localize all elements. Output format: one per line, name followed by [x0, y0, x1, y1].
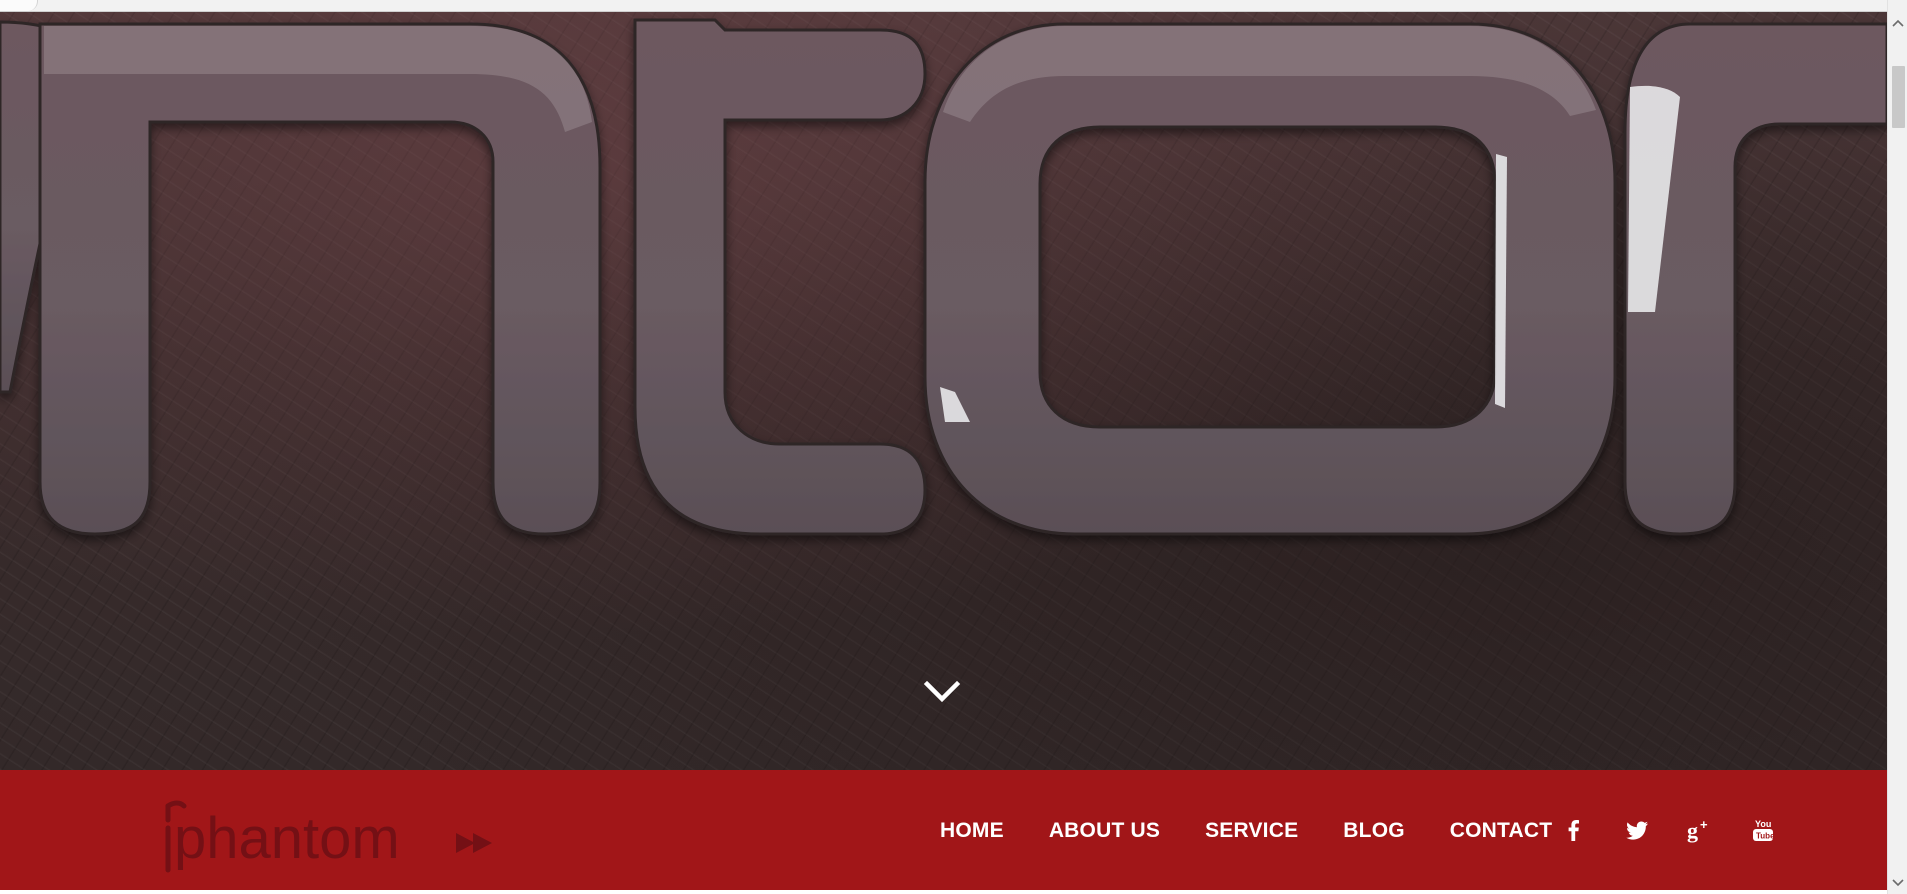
social-links: g + You Tube: [1561, 815, 1776, 845]
youtube-icon[interactable]: You Tube: [1750, 817, 1776, 843]
svg-text:+: +: [1700, 817, 1708, 832]
browser-tab-edge: [0, 0, 38, 11]
scroll-down-arrow-icon[interactable]: [1888, 872, 1907, 894]
nav-about-us-link[interactable]: ABOUT US: [1049, 819, 1160, 843]
vertical-scrollbar[interactable]: [1887, 0, 1907, 894]
page-bottom-edge: [0, 890, 1887, 894]
nav-contact-link[interactable]: CONTACT: [1450, 819, 1553, 843]
nav-blog-link[interactable]: BLOG: [1343, 819, 1404, 843]
twitter-icon[interactable]: [1624, 817, 1650, 843]
browser-top-edge: [0, 0, 1887, 12]
phantom-logo[interactable]: phantom: [160, 798, 495, 878]
nav-links: HOME ABOUT US SERVICE BLOG CONTACT: [940, 818, 1552, 844]
nav-home-link[interactable]: HOME: [940, 819, 1004, 843]
nav-service-link[interactable]: SERVICE: [1205, 819, 1298, 843]
scroll-up-arrow-icon[interactable]: [1888, 12, 1907, 34]
chevron-down-icon[interactable]: [922, 674, 962, 708]
hero-3d-logo-letters: [0, 18, 1887, 536]
scrollbar-thumb[interactable]: [1892, 66, 1905, 128]
google-plus-icon[interactable]: g +: [1687, 817, 1713, 843]
brand-wordmark: phantom: [174, 806, 400, 871]
hero-banner: [0, 12, 1887, 770]
facebook-icon[interactable]: [1561, 817, 1587, 843]
svg-text:Tube: Tube: [1756, 832, 1775, 841]
svg-text:You: You: [1755, 819, 1771, 829]
svg-text:g: g: [1687, 818, 1698, 843]
